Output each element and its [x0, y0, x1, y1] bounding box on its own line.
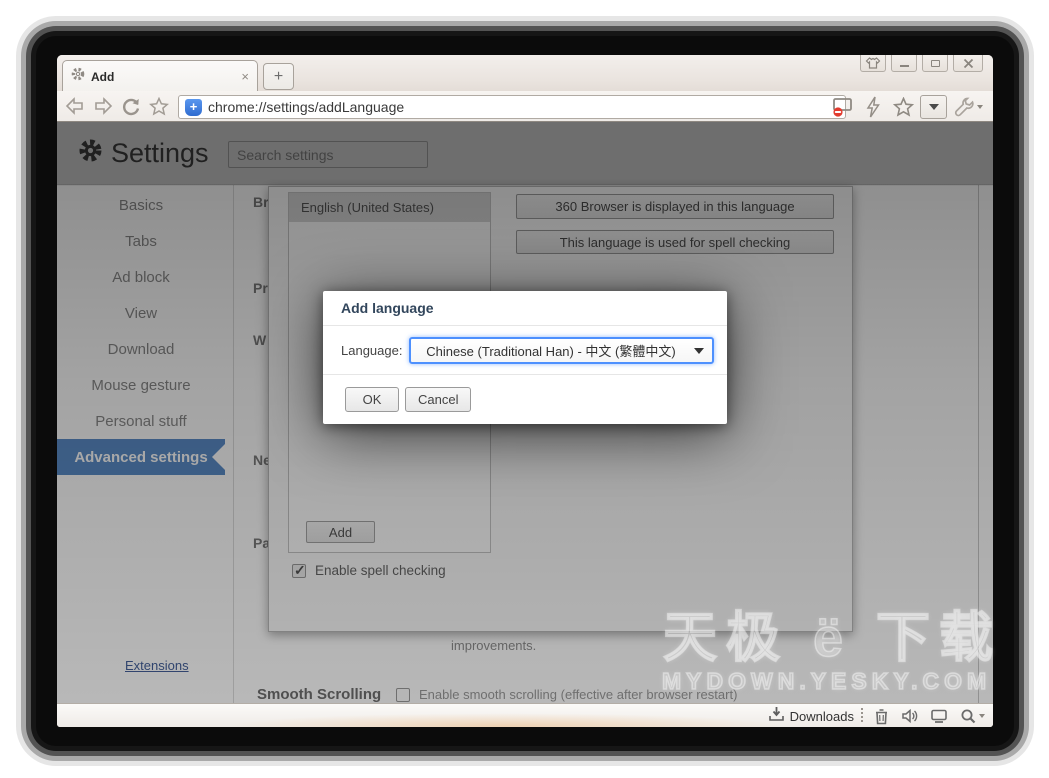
- display-language-button[interactable]: 360 Browser is displayed in this languag…: [516, 194, 834, 219]
- display-icon[interactable]: [928, 706, 950, 726]
- back-icon[interactable]: [61, 95, 89, 117]
- toolbar-dropdown-button[interactable]: [920, 95, 947, 119]
- tab-title: Add: [91, 70, 235, 84]
- smooth-scrolling-text: Enable smooth scrolling (effective after…: [419, 687, 737, 702]
- language-label: Language:: [341, 343, 402, 358]
- cancel-button[interactable]: Cancel: [405, 387, 471, 412]
- status-bar-right: Downloads: [768, 704, 987, 727]
- section-heading-fragment: W: [253, 332, 266, 348]
- status-separator: [861, 708, 863, 724]
- zoom-icon[interactable]: [957, 706, 987, 726]
- forward-icon[interactable]: [89, 95, 117, 117]
- smooth-scrolling-label: Smooth Scrolling: [257, 686, 393, 703]
- enable-spellcheck-checkbox[interactable]: [292, 564, 306, 578]
- extensions-link[interactable]: Extensions: [125, 658, 189, 673]
- window-controls: [860, 55, 983, 72]
- add-language-button[interactable]: Add: [306, 521, 375, 543]
- sidebar-item-basics[interactable]: Basics: [57, 187, 225, 223]
- adblock-icon[interactable]: [830, 95, 856, 119]
- sidebar-item-view[interactable]: View: [57, 295, 225, 331]
- page-title: Settings: [111, 138, 209, 169]
- new-tab-button[interactable]: +: [263, 63, 294, 90]
- downloads-icon: [768, 706, 785, 727]
- bookmark-star-icon[interactable]: [890, 95, 916, 119]
- enable-spellcheck-row: Enable spell checking: [292, 563, 446, 578]
- section-heading-fragment: Br: [253, 194, 269, 210]
- tab-close-icon[interactable]: ×: [241, 69, 249, 84]
- sidebar-item-ad-block[interactable]: Ad block: [57, 259, 225, 295]
- settings-gear-icon: [78, 138, 103, 168]
- enable-spellcheck-label: Enable spell checking: [315, 563, 446, 578]
- downloads-button[interactable]: Downloads: [768, 706, 854, 727]
- language-select-dropdown[interactable]: Chinese (Traditional Han) - 中文 (繁體中文): [409, 337, 714, 364]
- toolbar: + chrome://settings/addLanguage: [57, 91, 993, 122]
- sidebar-item-download[interactable]: Download: [57, 331, 225, 367]
- maximize-button[interactable]: [922, 55, 948, 72]
- tab-add[interactable]: Add ×: [62, 60, 258, 92]
- add-language-dialog: Add language Language: Chinese (Traditio…: [323, 291, 727, 424]
- chevron-down-icon: [694, 348, 704, 354]
- url-text[interactable]: chrome://settings/addLanguage: [208, 99, 404, 115]
- smooth-scrolling-row: Smooth Scrolling Enable smooth scrolling…: [257, 686, 737, 703]
- address-bar[interactable]: + chrome://settings/addLanguage: [178, 95, 846, 119]
- smooth-scrolling-checkbox[interactable]: [396, 688, 410, 702]
- downloads-label: Downloads: [790, 709, 854, 724]
- wrench-menu-icon[interactable]: [951, 95, 985, 119]
- improvements-text: improvements.: [451, 638, 536, 653]
- language-select-value: Chinese (Traditional Han) - 中文 (繁體中文): [426, 341, 675, 360]
- ok-button[interactable]: OK: [345, 387, 399, 412]
- favorites-star-icon[interactable]: [145, 95, 173, 117]
- spellcheck-language-button[interactable]: This language is used for spell checking: [516, 230, 834, 254]
- toolbar-right-icons: [830, 94, 985, 120]
- page-scrollbar[interactable]: [978, 185, 979, 703]
- screenshot-stage: Add × +: [0, 0, 1049, 778]
- section-heading-fragment: Pr: [253, 280, 268, 296]
- sidebar-item-tabs[interactable]: Tabs: [57, 223, 225, 259]
- titlebar[interactable]: Add × +: [57, 55, 993, 91]
- dialog-title: Add language: [323, 291, 727, 326]
- trash-icon[interactable]: [870, 706, 892, 726]
- sidebar-item-advanced-settings[interactable]: Advanced settings: [57, 439, 225, 475]
- status-bar: Downloads: [57, 703, 993, 727]
- gear-favicon-icon: [71, 67, 85, 86]
- settings-page: Settings Basics Tabs Ad block View Downl…: [57, 122, 993, 703]
- sidebar-item-personal-stuff[interactable]: Personal stuff: [57, 403, 225, 439]
- turbo-lightning-icon[interactable]: [860, 95, 886, 119]
- settings-header: Settings: [57, 122, 993, 185]
- close-button[interactable]: [953, 55, 983, 72]
- speaker-icon[interactable]: [899, 706, 921, 726]
- search-settings-input[interactable]: [228, 141, 428, 168]
- browser-window: Add × +: [57, 55, 993, 727]
- language-list-item-selected[interactable]: English (United States): [289, 193, 490, 222]
- reload-icon[interactable]: [117, 95, 145, 117]
- skin-shirt-icon[interactable]: [860, 55, 886, 72]
- sidebar-divider: [233, 185, 234, 703]
- dialog-body: Language: Chinese (Traditional Han) - 中文…: [323, 326, 727, 374]
- minimize-button[interactable]: [891, 55, 917, 72]
- dialog-footer: OK Cancel: [323, 374, 727, 423]
- settings-sidebar: Basics Tabs Ad block View Download Mouse…: [57, 187, 225, 475]
- security-shield-icon[interactable]: +: [185, 99, 202, 116]
- sidebar-item-mouse-gesture[interactable]: Mouse gesture: [57, 367, 225, 403]
